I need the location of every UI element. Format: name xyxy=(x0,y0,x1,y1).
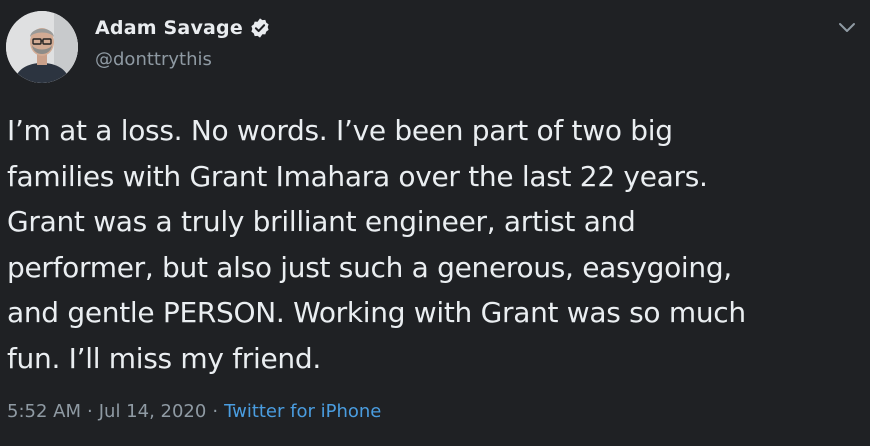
author-display-name[interactable]: Adam Savage xyxy=(95,17,243,39)
tweet-date[interactable]: Jul 14, 2020 xyxy=(99,401,207,422)
author-name-row: Adam Savage xyxy=(95,17,271,39)
tweet-text: I’m at a loss. No words. I’ve been part … xyxy=(7,114,746,375)
meta-separator: · xyxy=(212,401,219,422)
tweet-time[interactable]: 5:52 AM xyxy=(7,401,81,422)
author-handle[interactable]: @donttrythis xyxy=(95,49,212,70)
tweet-card: Adam Savage @donttrythis I’m at a loss. … xyxy=(0,0,870,446)
tweet-meta: 5:52 AM · Jul 14, 2020 · Twitter for iPh… xyxy=(7,401,381,422)
meta-separator: · xyxy=(87,401,93,422)
tweet-source-link[interactable]: Twitter for iPhone xyxy=(224,401,381,422)
verified-badge-icon xyxy=(249,17,271,39)
avatar-image xyxy=(6,11,78,83)
chevron-down-icon[interactable] xyxy=(834,14,860,40)
avatar[interactable] xyxy=(6,11,78,83)
